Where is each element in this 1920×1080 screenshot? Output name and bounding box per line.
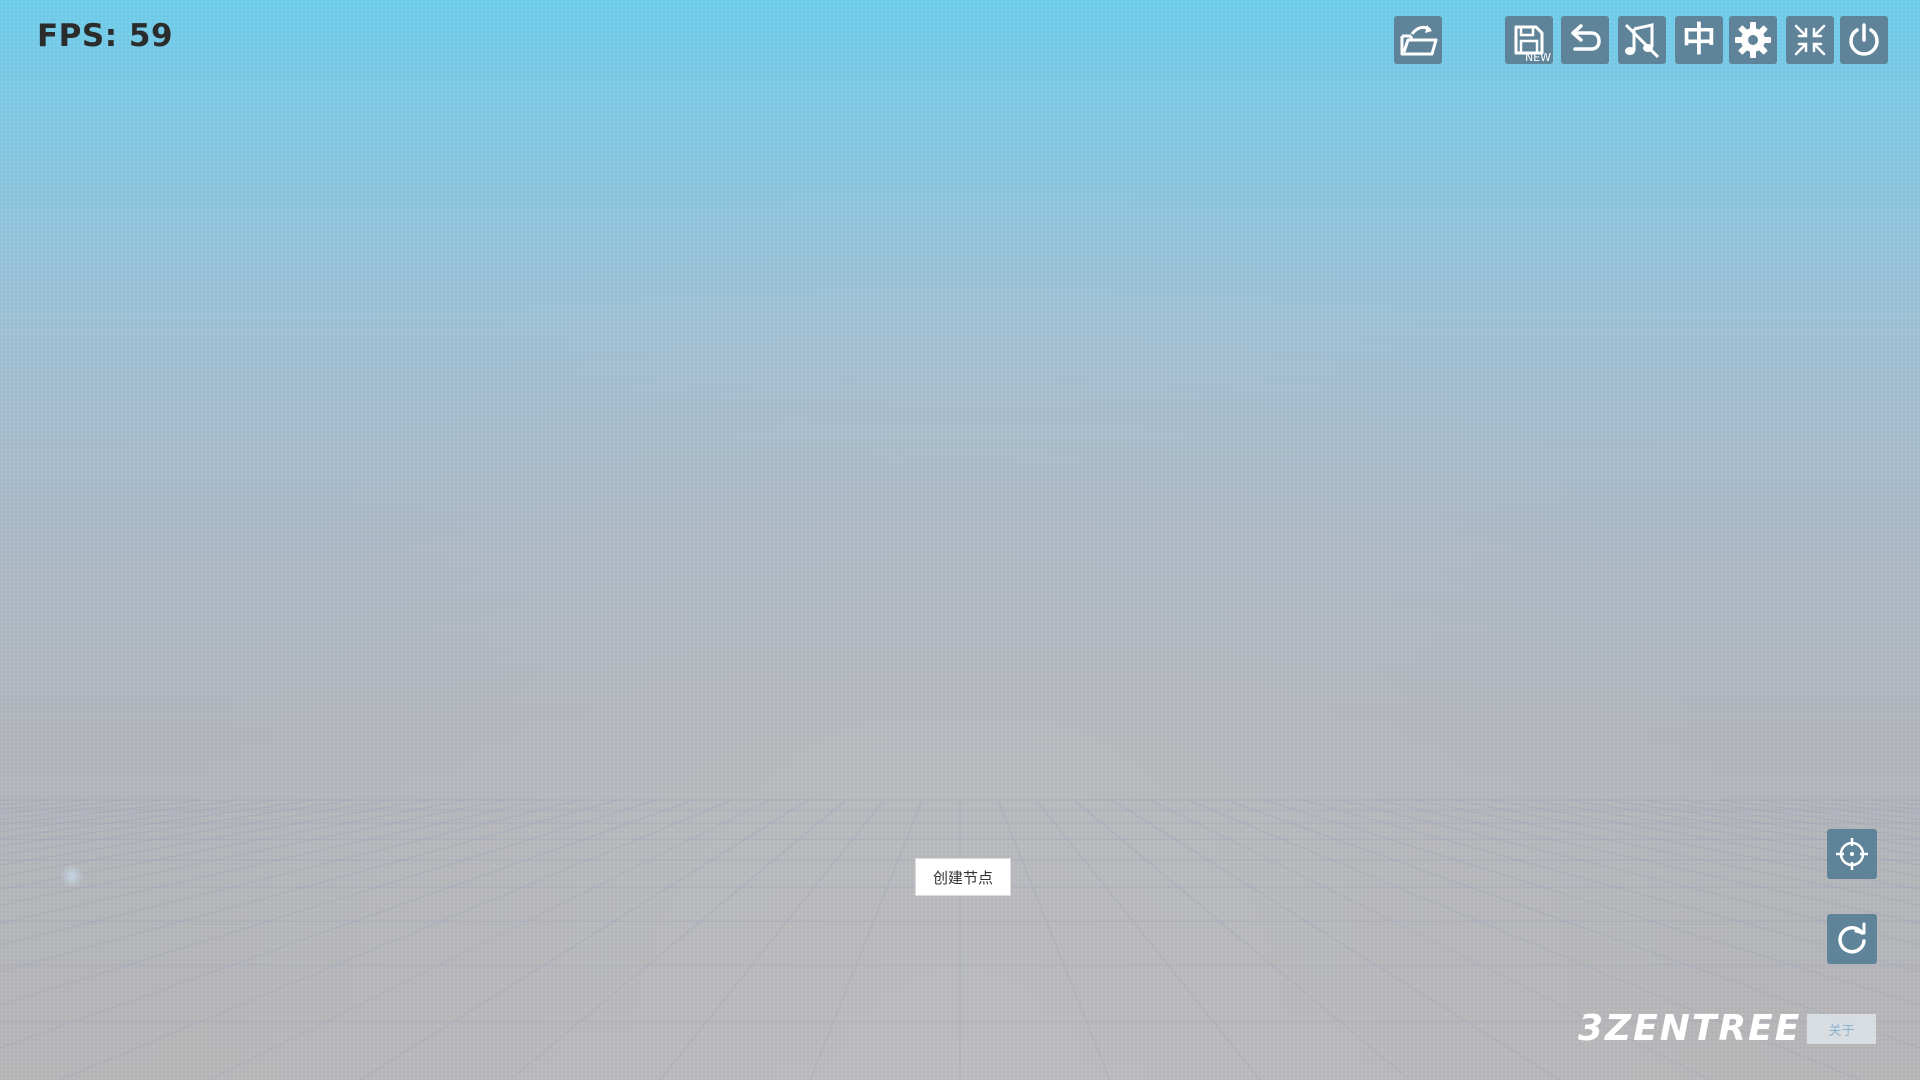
undo-icon: [1571, 24, 1601, 51]
save-new-button[interactable]: NEW: [1505, 16, 1553, 64]
save-new-tag: NEW: [1524, 51, 1551, 64]
power-button[interactable]: [1840, 16, 1888, 64]
reset-view-button[interactable]: [1827, 914, 1877, 964]
settings-button[interactable]: [1729, 16, 1777, 64]
create-node-button[interactable]: 创建节点: [915, 858, 1011, 896]
open-folder-icon: [1400, 25, 1438, 56]
about-button[interactable]: 关于: [1807, 1014, 1876, 1044]
gear-icon: [1735, 22, 1771, 58]
undo-button[interactable]: [1561, 16, 1609, 64]
open-file-button[interactable]: [1394, 16, 1442, 64]
locate-button[interactable]: [1827, 829, 1877, 879]
exit-fullscreen-button[interactable]: [1786, 16, 1834, 64]
language-button[interactable]: 中: [1675, 16, 1723, 64]
brand-logo: 3ZENTREE: [1578, 1008, 1802, 1049]
particle: [60, 864, 84, 888]
language-label: 中: [1682, 20, 1716, 60]
refresh-icon: [1838, 922, 1866, 954]
music-toggle-button[interactable]: [1618, 16, 1666, 64]
fps-counter: FPS: 59: [37, 18, 174, 54]
power-icon: [1849, 23, 1879, 56]
compress-icon: [1794, 24, 1826, 56]
music-off-icon: [1624, 23, 1660, 59]
crosshair-icon: [1836, 838, 1868, 870]
